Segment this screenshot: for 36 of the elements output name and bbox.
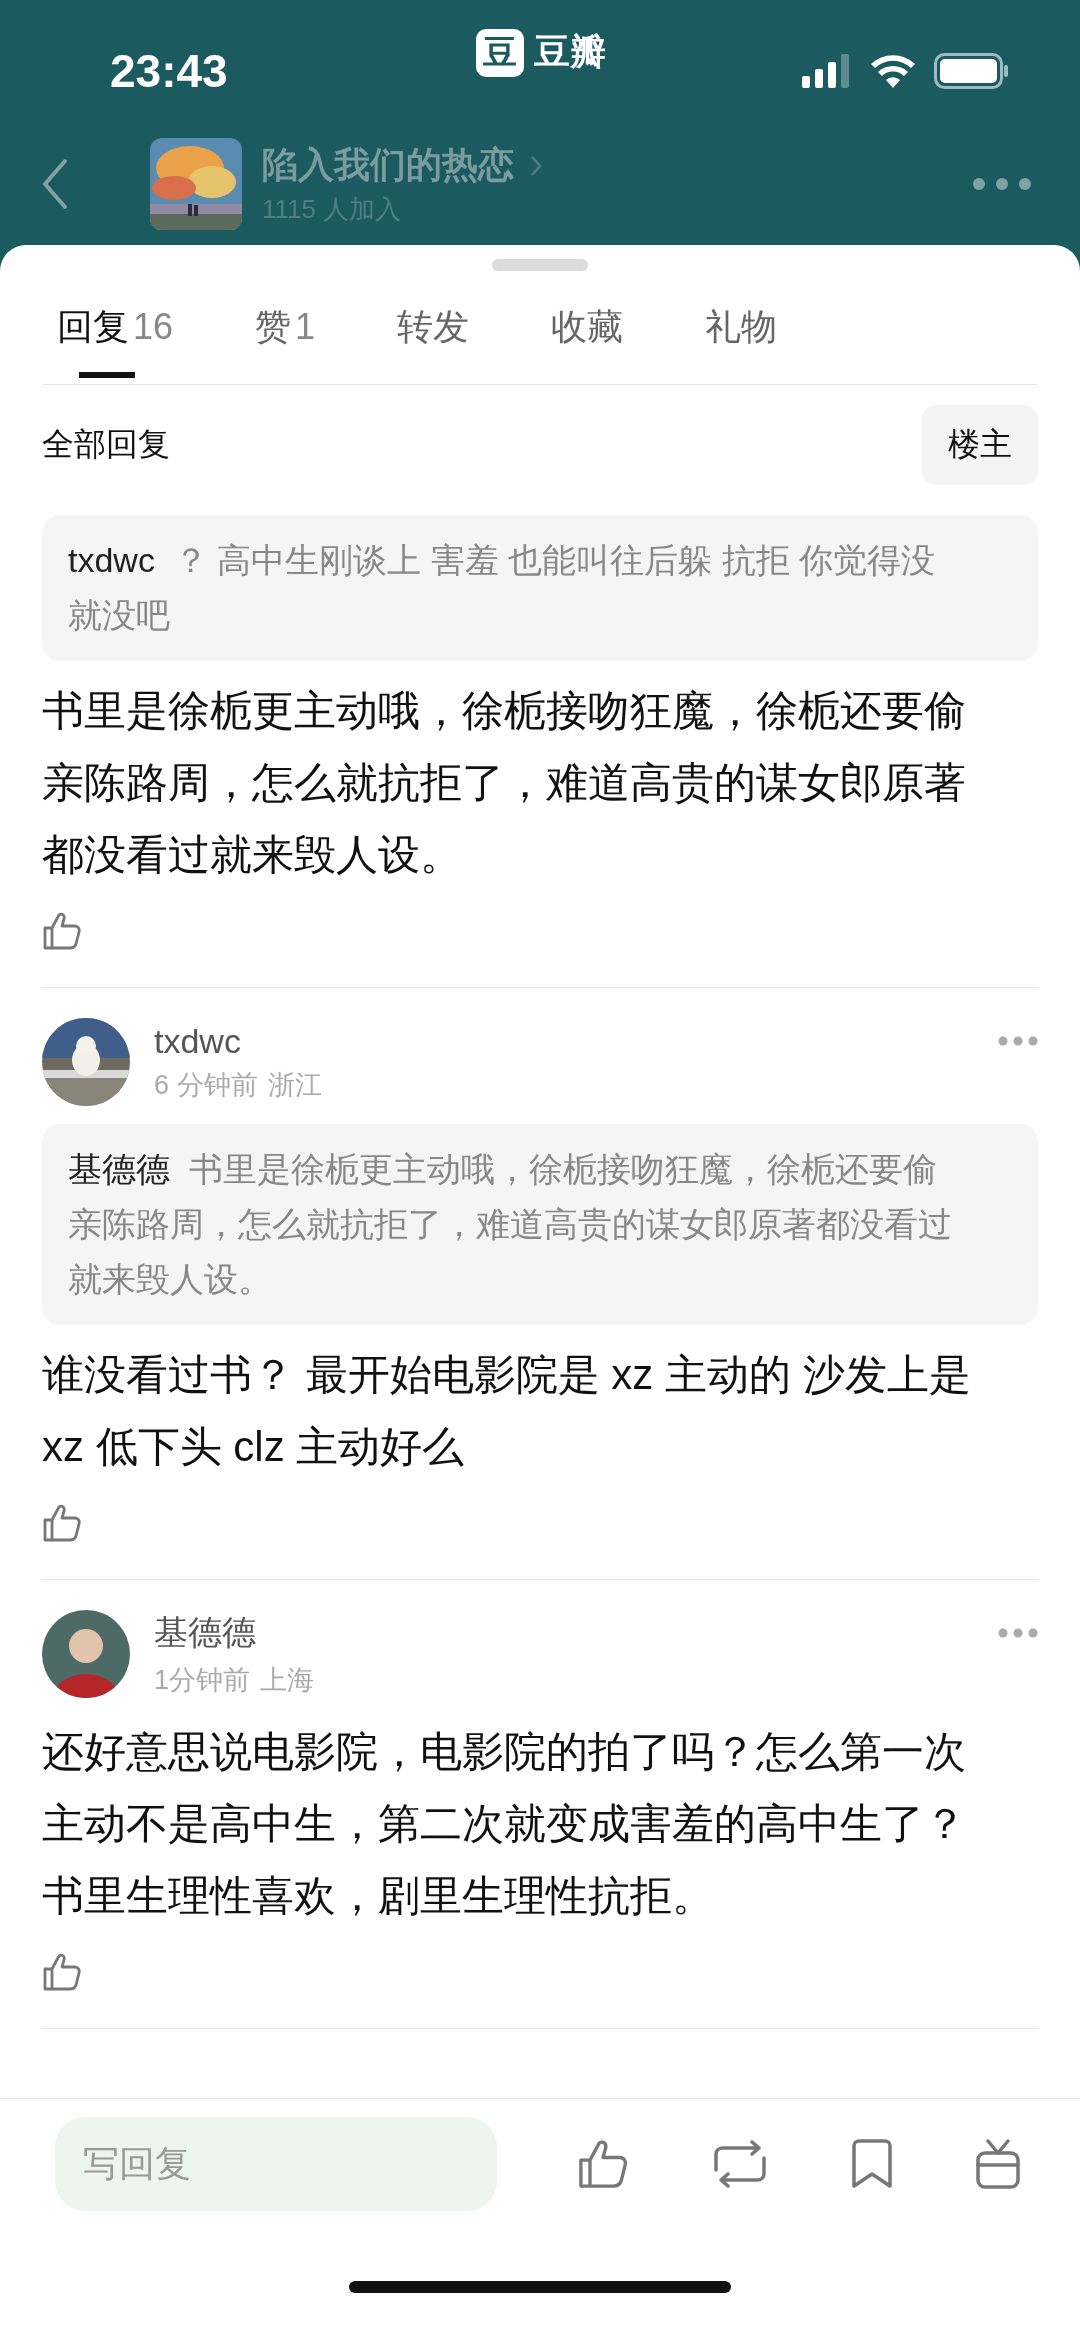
location: 上海 [260, 1664, 315, 1697]
tab[interactable]: 转发 [397, 303, 470, 384]
thumbs-up-icon[interactable] [42, 911, 82, 951]
chevron-right-icon [530, 154, 542, 177]
quoted-reply: 基德德 书里是徐栀更主动哦，徐栀接吻狂魔，徐栀还要偷亲陈路周，怎么就抗拒了，难道高贵的谋女郎原著都没看过就来毁人设。 [42, 1124, 1038, 1325]
section-title: 全部回复 [42, 425, 170, 464]
tab[interactable]: 收藏 [551, 303, 624, 384]
tab[interactable]: 礼物 [705, 303, 778, 384]
comment-text: 还好意思说电影院，电影院的拍了吗？怎么第一次主动不是高中生，第二次就变成害羞的高中生了？书里生理性喜欢，剧里生理性抗拒。 [42, 1727, 967, 1921]
battery-icon [934, 53, 1010, 89]
op-filter-button[interactable]: 楼主 [922, 405, 1038, 485]
drag-handle[interactable] [492, 259, 588, 271]
back-icon[interactable] [42, 158, 68, 210]
comment-text: 谁没看过书？ 最开始电影院是 xz 主动的 沙发上是 xz 低下头 clz 主动好么 [42, 1350, 972, 1472]
bookmark-icon[interactable] [849, 2138, 894, 2190]
more-icon[interactable] [998, 1036, 1038, 1046]
thumbs-up-icon[interactable] [42, 1503, 82, 1543]
tab[interactable]: 赞1 [255, 303, 316, 384]
thumbs-up-icon[interactable] [42, 1952, 82, 1992]
signal-icon [802, 54, 852, 88]
comment-text: 书里是徐栀更主动哦，徐栀接吻狂魔，徐栀还要偷亲陈路周，怎么就抗拒了，难道高贵的谋女郎原著都没看过就来毁人设。 [42, 686, 967, 880]
username[interactable]: 基德德 [154, 1610, 315, 1656]
reply-field[interactable]: 写回复 [55, 2117, 497, 2211]
quoted-reply: txdwc ？ 高中生刚谈上 害羞 也能叫往后躲 抗拒 你觉得没就没吧 [42, 515, 1038, 661]
app-name: 豆瓣 [534, 30, 606, 74]
wifi-icon [870, 54, 916, 88]
username[interactable]: txdwc [154, 1021, 322, 1061]
post-time: 1分钟前 [154, 1664, 251, 1697]
gift-icon[interactable] [974, 2137, 1022, 2191]
app-logo-icon: 豆 [476, 28, 524, 77]
post-time: 6 分钟前 [154, 1068, 258, 1102]
status-time: 23:43 [110, 44, 228, 98]
location: 浙江 [267, 1068, 322, 1102]
more-icon[interactable] [972, 177, 1032, 191]
thumbs-up-icon[interactable] [577, 2138, 630, 2190]
more-icon[interactable] [998, 1628, 1038, 1638]
